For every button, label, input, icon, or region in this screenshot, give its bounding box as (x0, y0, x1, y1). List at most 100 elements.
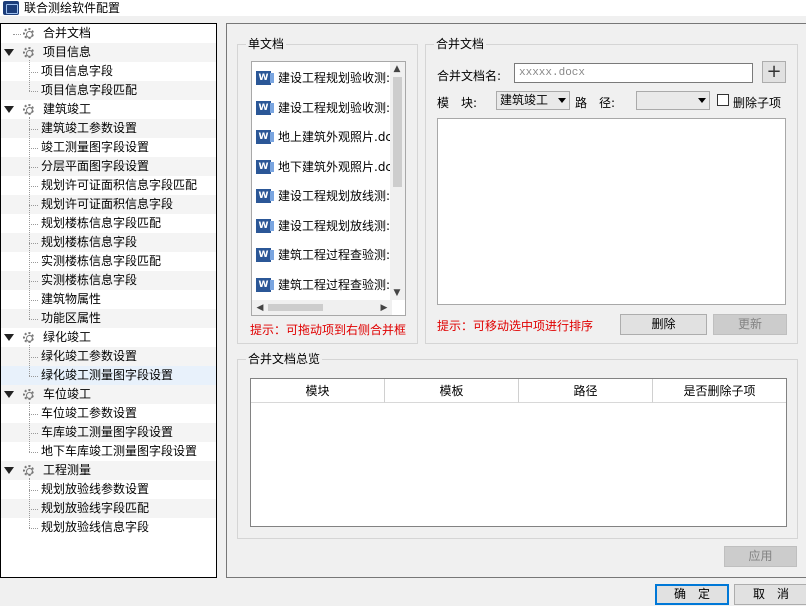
tree-connector (13, 34, 21, 35)
single-doc-list[interactable]: W 建设工程规划验收测: W 建设工程规划验收测: W 地上建筑外观照片.dc W 地下建筑外… (251, 61, 406, 316)
tree-item-label: 规划许可证面积信息字段匹配 (41, 178, 198, 192)
tree-item-label: 绿化竣工参数设置 (41, 349, 138, 363)
scroll-down-icon[interactable]: ▼ (390, 286, 404, 300)
list-item-label: 建设工程规划验收测: (278, 100, 391, 115)
tree-item-label: 规划放验线字段匹配 (41, 501, 150, 515)
tree-node[interactable]: 建筑竣工 (1, 100, 216, 119)
tree-connector (29, 186, 38, 187)
tree-connector (29, 478, 30, 528)
tree-item-label: 建筑竣工参数设置 (41, 121, 138, 135)
tree-item-label: 规划楼栋信息字段 (41, 235, 138, 249)
tree-node[interactable]: 项目信息 (1, 43, 216, 62)
tree-connector (29, 402, 30, 452)
scroll-left-icon[interactable]: ◀ (253, 301, 267, 315)
tree-item-label: 规划放验线信息字段 (41, 520, 150, 534)
tree-item-label: 实测楼栋信息字段 (41, 273, 138, 287)
update-button[interactable]: 更新 (713, 314, 787, 335)
tree-item-label: 规划放验线参数设置 (41, 482, 150, 496)
tree-item-label: 项目信息字段匹配 (41, 83, 138, 97)
word-document-icon: W (256, 100, 274, 115)
tree-node[interactable]: 合并文档 (1, 24, 216, 43)
tree-node[interactable]: 绿化竣工 (1, 328, 216, 347)
chevron-down-icon (558, 98, 566, 103)
scroll-right-icon[interactable]: ▶ (377, 301, 391, 315)
tree-item-label: 功能区属性 (41, 311, 102, 325)
module-label: 模 块: (437, 96, 478, 110)
expand-triangle-icon[interactable] (4, 106, 14, 113)
tree-connector (29, 91, 38, 92)
tree-connector (29, 60, 30, 91)
list-item-label: 建筑工程过程查验测: (278, 248, 391, 262)
scrollbar-thumb[interactable] (393, 77, 402, 187)
app-icon (3, 1, 19, 15)
apply-button[interactable]: 应用 (724, 546, 797, 567)
delete-sub-checkbox[interactable] (717, 94, 729, 106)
expand-triangle-icon[interactable] (4, 334, 14, 341)
tree-connector (29, 345, 30, 376)
table-column-header[interactable]: 路径 (519, 379, 653, 403)
module-select-value: 建筑竣工 (500, 93, 549, 107)
gear-icon (23, 465, 34, 476)
expand-triangle-icon[interactable] (4, 391, 14, 398)
word-document-icon: W (256, 277, 274, 292)
tree-item-label: 车位竣工 (43, 387, 92, 401)
tree-item-label: 建筑物属性 (41, 292, 102, 306)
overview-title: 合并文档总览 (246, 352, 323, 366)
single-doc-group: 单文档 W 建设工程规划验收测: W 建设工程规划验收测: W 地上建筑外观照片.dc W 地… (237, 37, 418, 344)
tree-connector (29, 224, 38, 225)
overview-group: 合并文档总览 模块 模板 路径 是否删除子项 (237, 352, 798, 539)
list-item-label: 建设工程规划放线测: (278, 218, 391, 233)
tree-connector (29, 243, 38, 244)
module-select[interactable]: 建筑竣工 (496, 91, 570, 110)
tree-connector (29, 490, 38, 491)
delete-button[interactable]: 删除 (620, 314, 707, 335)
tree-connector (29, 433, 38, 434)
path-label: 路 径: (575, 96, 616, 110)
table-column-header[interactable]: 模板 (385, 379, 519, 403)
gear-icon (23, 332, 34, 343)
word-document-icon: W (256, 71, 274, 85)
table-column-header[interactable]: 模块 (251, 379, 385, 403)
ok-button[interactable]: 确 定 (655, 584, 729, 605)
cancel-button[interactable]: 取 消 (734, 584, 806, 605)
list-item-label: 地下建筑外观照片.dc (278, 159, 393, 174)
expand-triangle-icon[interactable] (4, 467, 14, 474)
list-item-label: 建筑工程过程查验测: (278, 277, 391, 292)
merge-doc-name-input[interactable]: xxxxx.docx (514, 63, 753, 83)
word-document-icon: W (256, 248, 274, 262)
tree-connector (29, 72, 38, 73)
tree-item-label: 车库竣工测量图字段设置 (41, 425, 174, 439)
tree-node[interactable]: 工程测量 (1, 461, 216, 480)
merge-doc-list[interactable] (437, 118, 786, 305)
vertical-scrollbar[interactable]: ▲ ▼ (390, 62, 405, 300)
scroll-up-icon[interactable]: ▲ (390, 62, 404, 76)
tree-connector (29, 509, 38, 510)
tree-connector (29, 300, 38, 301)
add-merge-doc-button[interactable]: + (762, 61, 786, 83)
h-scrollbar-thumb[interactable] (268, 304, 323, 311)
tree-item-label: 规划许可证面积信息字段 (41, 197, 174, 211)
expand-triangle-icon[interactable] (4, 49, 14, 56)
horizontal-scrollbar[interactable]: ◀ ▶ (252, 300, 392, 315)
gear-icon (23, 28, 34, 39)
tree-connector (29, 528, 38, 529)
tree-item-label: 工程测量 (43, 463, 92, 477)
tree-node[interactable]: 车位竣工 (1, 385, 216, 404)
table-column-header[interactable]: 是否删除子项 (653, 379, 786, 403)
tree-item-label: 车位竣工参数设置 (41, 406, 138, 420)
list-item-label: 地上建筑外观照片.dc (278, 130, 393, 144)
settings-tree[interactable]: 合并文档 项目信息 项目信息字段 项目信息字段匹配 建筑竣工 建筑竣工参数设置 竣工测量图字… (0, 23, 217, 578)
gear-icon (23, 389, 34, 400)
overview-table[interactable]: 模块 模板 路径 是否删除子项 (250, 378, 787, 527)
tree-connector (29, 319, 38, 320)
word-document-icon: W (256, 159, 274, 174)
tree-connector (29, 148, 38, 149)
settings-panel: 单文档 W 建设工程规划验收测: W 建设工程规划验收测: W 地上建筑外观照片.dc W 地… (226, 23, 806, 578)
window-title: 联合测绘软件配置 (24, 1, 121, 15)
tree-item-label: 绿化竣工测量图字段设置 (41, 368, 174, 382)
word-document-icon: W (256, 218, 274, 233)
merge-doc-title: 合并文档 (434, 37, 487, 51)
path-select[interactable] (636, 91, 710, 110)
tree-connector (29, 129, 38, 130)
delete-sub-label: 删除子项 (733, 96, 782, 110)
